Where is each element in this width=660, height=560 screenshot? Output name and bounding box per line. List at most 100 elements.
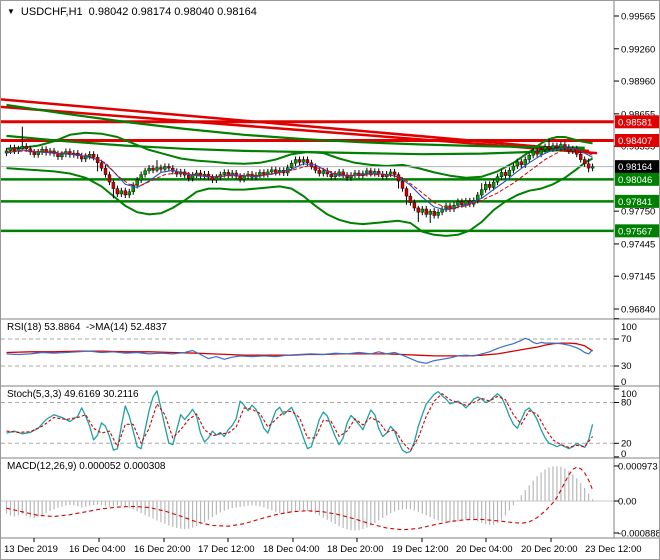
candle-down (412, 202, 417, 209)
stoch-tick-label: 0 (621, 449, 626, 460)
price-tick-label: 0.97145 (621, 272, 655, 283)
candle-up (456, 201, 460, 206)
macd-tick-label: 0.00 (618, 497, 637, 508)
candle-down (404, 188, 409, 197)
candle-up (420, 208, 424, 213)
candle-down (400, 180, 405, 189)
candle-down (579, 153, 583, 160)
candle-up (337, 171, 341, 175)
rsi-tick-label: 100 (621, 322, 637, 333)
candle-down (519, 161, 523, 166)
candle-down (547, 146, 551, 150)
candle-up (495, 176, 500, 183)
chart-window: 0.99565 0.99260 0.98960 0.98655 0.98355 0.977… (0, 0, 660, 560)
candle-up (139, 174, 143, 181)
candle-down (274, 169, 278, 173)
candle-up (20, 145, 24, 150)
candle-down (563, 144, 567, 148)
time-label: 20 Dec 04:00 (456, 544, 513, 555)
macd-indicator-label: MACD(12,26,9) 0.000052 0.000308 (7, 461, 166, 472)
price-tick-label: 0.99260 (621, 44, 655, 55)
candle-up (127, 191, 132, 196)
candle-down (186, 174, 191, 179)
time-label: 16 Dec 04:00 (69, 544, 126, 555)
candle-up (87, 153, 92, 157)
time-label: 18 Dec 20:00 (327, 544, 384, 555)
candle-down (317, 170, 321, 174)
symbol-label: USDCHF,H1 (20, 6, 83, 18)
candle-down (91, 153, 96, 158)
candle-down (167, 166, 171, 169)
candle-up (511, 165, 516, 171)
price-tick-label: 0.97445 (621, 239, 655, 250)
support-badge: 0.98046 (618, 175, 652, 186)
candle-down (24, 145, 28, 150)
resistance-badge: 0.98581 (618, 117, 652, 128)
candle-down (535, 150, 539, 155)
candle-down (583, 159, 587, 165)
candle-up (60, 153, 64, 158)
support-badge: 0.97567 (618, 226, 652, 237)
candle-down (32, 151, 36, 155)
candle-down (305, 159, 310, 163)
time-label: 17 Dec 12:00 (198, 544, 255, 555)
candle-up (523, 159, 527, 166)
candle-down (416, 207, 420, 213)
candle-up (436, 211, 440, 216)
chart-canvas[interactable]: 0.995650.992600.989600.986550.983550.977… (1, 1, 660, 560)
candle-up (559, 144, 563, 148)
candle-down (586, 163, 591, 169)
candle-up (222, 172, 227, 175)
candle-down (424, 208, 428, 215)
candle-up (531, 150, 535, 156)
candle-up (365, 170, 369, 174)
candle-up (527, 154, 531, 160)
candle-up (507, 170, 512, 176)
candle-up (119, 190, 124, 195)
candle-up (480, 189, 484, 196)
candle-up (388, 171, 393, 175)
candle-down (115, 188, 120, 195)
price-tick-label: 0.96840 (621, 305, 655, 316)
stoch-indicator-label: Stoch(5,3,3) 49.6169 30.2116 (7, 389, 139, 400)
candle-up (491, 181, 496, 188)
candle-down (408, 195, 413, 203)
stoch-tick-label: 20 (621, 438, 632, 449)
candle-up (258, 172, 262, 176)
candle-up (590, 166, 595, 169)
candle-down (329, 173, 333, 178)
candle-up (214, 177, 219, 181)
candle-up (543, 146, 547, 151)
time-label: 13 Dec 2019 (4, 544, 58, 555)
candle-up (155, 167, 159, 171)
candle-up (270, 169, 274, 173)
candle-down (503, 172, 508, 176)
candle-up (321, 170, 325, 174)
candle-up (484, 184, 488, 190)
support-badge: 0.97841 (618, 197, 652, 208)
candle-down (99, 162, 104, 169)
candle-up (551, 145, 555, 150)
candle-down (262, 172, 266, 175)
candle-up (163, 166, 167, 170)
symbol-title: ▼ USDCHF,H1 0.98042 0.98174 0.98040 0.98… (7, 6, 257, 18)
time-label: 20 Dec 20:00 (521, 544, 578, 555)
candle-down (103, 167, 108, 175)
candle-down (107, 174, 112, 183)
stoch-tick-label: 80 (621, 398, 632, 409)
price-tick-label: 0.98960 (621, 77, 655, 88)
price-tick-label: 0.97750 (621, 207, 655, 218)
current-badge: 0.98164 (618, 162, 652, 173)
candle-down (369, 170, 373, 174)
candle-up (147, 167, 151, 172)
candle-up (8, 147, 13, 152)
time-label: 23 Dec 12:00 (585, 544, 642, 555)
candle-down (460, 201, 464, 205)
candle-down (151, 167, 155, 171)
chevron-down-icon[interactable]: ▼ (7, 8, 15, 16)
candle-down (123, 190, 128, 196)
time-label: 18 Dec 04:00 (263, 544, 320, 555)
candle-up (143, 170, 147, 175)
rsi-indicator-label: RSI(18) 53.8864 ->MA(14) 52.4837 (7, 322, 167, 333)
price-tick-label: 0.99565 (621, 12, 655, 23)
